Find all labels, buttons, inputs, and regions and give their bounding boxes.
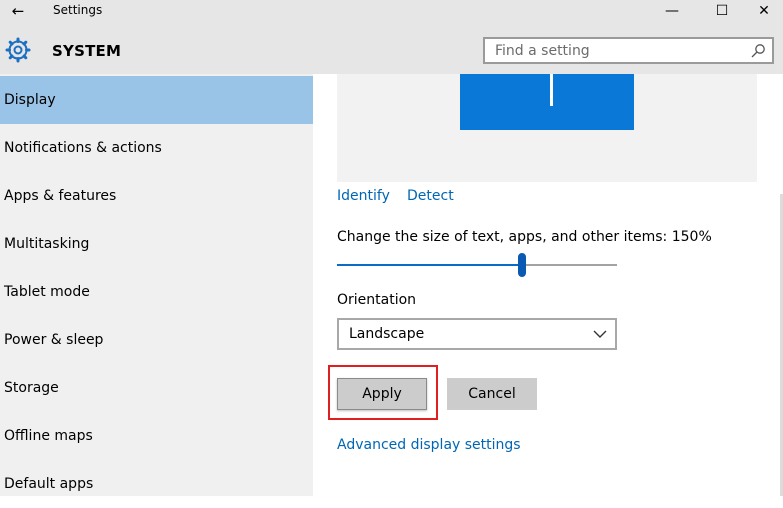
detect-link[interactable]: Detect [407,188,454,204]
sidebar-item-tablet-mode[interactable]: Tablet mode [0,268,313,316]
close-icon[interactable]: ✕ [742,0,783,22]
page-title: SYSTEM [52,42,122,60]
sidebar-item-storage[interactable]: Storage [0,364,313,412]
cancel-button[interactable]: Cancel [447,378,537,410]
search-input[interactable] [495,42,745,60]
sidebar-item-multitasking[interactable]: Multitasking [0,220,313,268]
scale-slider-fill [337,264,522,266]
scale-slider[interactable] [337,253,617,277]
display-settings-panel: Identify Detect Change the size of text,… [313,74,783,496]
sidebar-item-default-apps[interactable]: Default apps [0,460,313,508]
sidebar-item-apps-features[interactable]: Apps & features [0,172,313,220]
sidebar-item-display[interactable]: Display [0,76,313,124]
search-icon[interactable] [750,43,766,59]
monitor-marker [550,74,553,106]
title-bar: ← Settings — ☐ ✕ SYSTEM [0,0,783,74]
apply-button[interactable]: Apply [337,378,427,410]
sidebar: Display Notifications & actions Apps & f… [0,74,313,496]
monitor-tile[interactable] [460,74,634,130]
display-preview [337,74,757,182]
maximize-icon[interactable]: ☐ [700,0,744,22]
identify-link[interactable]: Identify [337,188,390,204]
sidebar-item-offline-maps[interactable]: Offline maps [0,412,313,460]
orientation-value: Landscape [349,326,425,342]
scale-label: Change the size of text, apps, and other… [337,229,712,245]
sidebar-item-power-sleep[interactable]: Power & sleep [0,316,313,364]
window-title: Settings [53,3,103,17]
orientation-label: Orientation [337,292,417,308]
search-box[interactable] [483,37,774,64]
advanced-display-settings-link[interactable]: Advanced display settings [337,437,521,453]
back-arrow-icon[interactable]: ← [6,0,30,22]
minimize-icon[interactable]: — [650,0,694,22]
orientation-dropdown[interactable]: Landscape [337,318,617,350]
chevron-down-icon [593,330,607,338]
scale-slider-thumb[interactable] [517,253,526,277]
gear-icon [5,37,31,63]
sidebar-item-notifications[interactable]: Notifications & actions [0,124,313,172]
